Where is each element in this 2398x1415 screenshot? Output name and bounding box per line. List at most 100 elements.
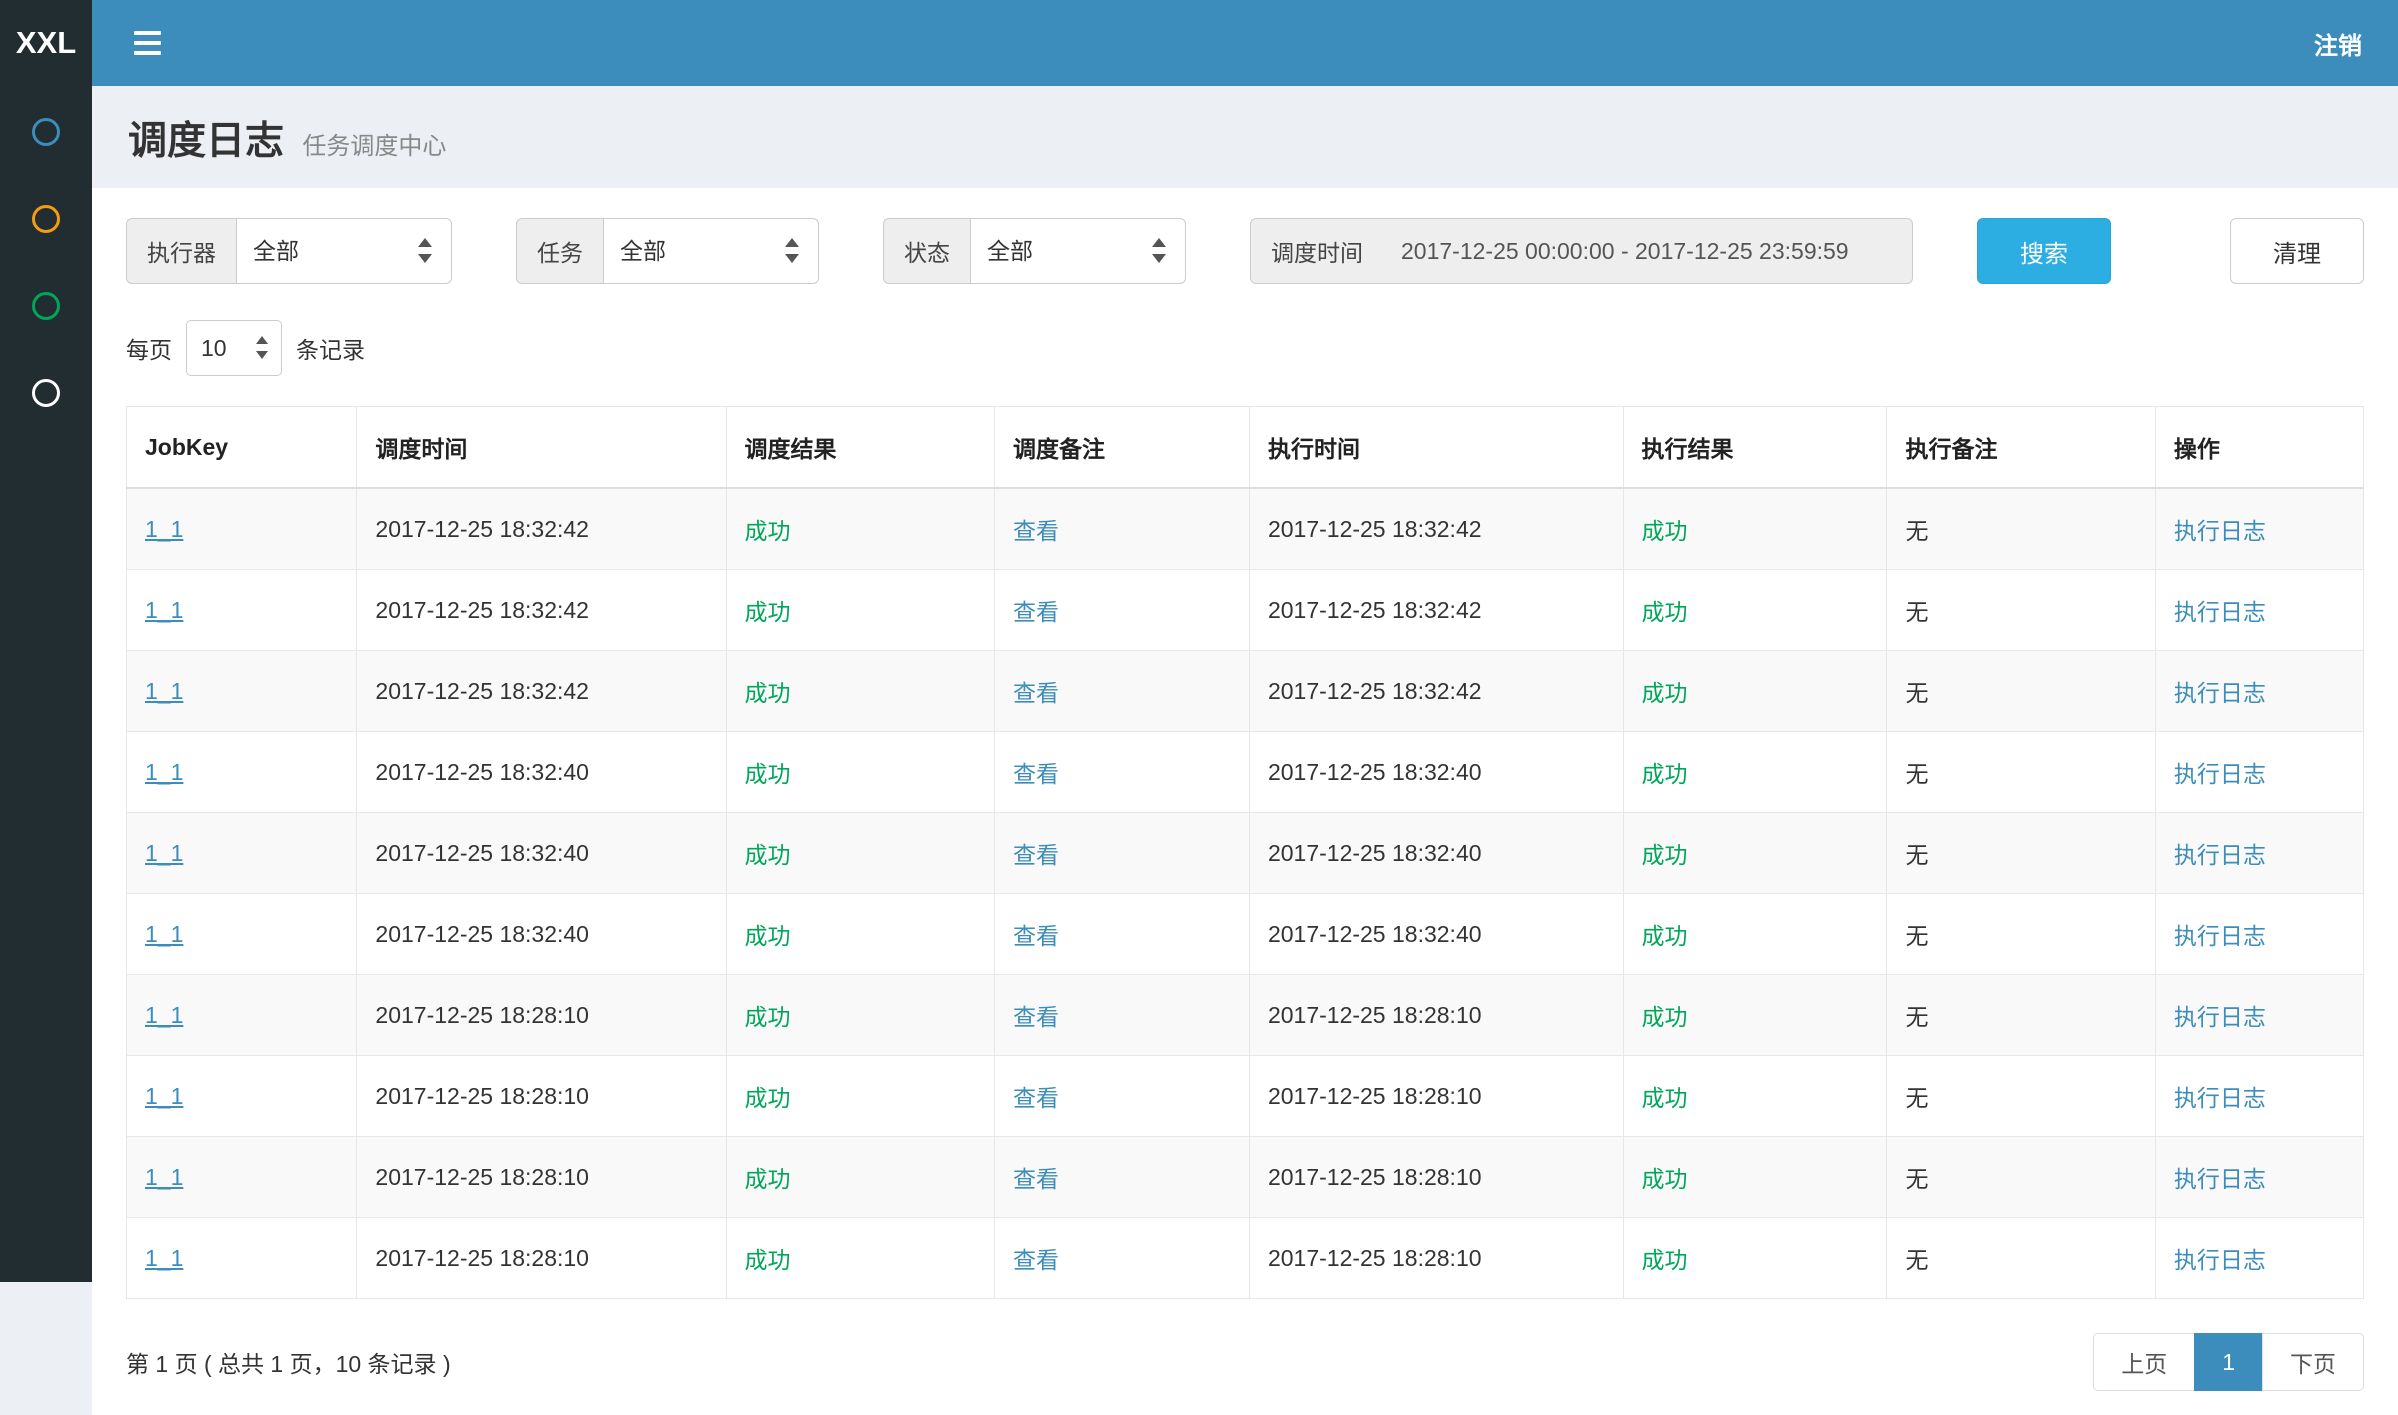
handle-msg-cell: 无: [1887, 488, 2155, 570]
handle-time: 2017-12-25 18:28:10: [1268, 1164, 1482, 1190]
sidebar-menu-item-3[interactable]: [0, 292, 92, 379]
logout-link[interactable]: 注销: [2278, 0, 2398, 86]
table-footer: 第 1 页 ( 总共 1 页，10 条记录 ) 上页 1 下页: [126, 1333, 2364, 1391]
pagination: 上页 1 下页: [2093, 1333, 2364, 1391]
exec-log-link[interactable]: 执行日志: [2174, 761, 2266, 787]
trigger-msg-link[interactable]: 查看: [1013, 1247, 1059, 1273]
exec-log-link[interactable]: 执行日志: [2174, 842, 2266, 868]
hamburger-icon: [134, 31, 161, 35]
jobkey-link[interactable]: 1_1: [145, 1245, 183, 1271]
jobkey-link[interactable]: 1_1: [145, 1002, 183, 1028]
exec-log-link[interactable]: 执行日志: [2174, 518, 2266, 544]
exec-log-link[interactable]: 执行日志: [2174, 1247, 2266, 1273]
trigger-msg-link[interactable]: 查看: [1013, 1004, 1059, 1030]
exec-log-link-cell: 执行日志: [2155, 570, 2363, 651]
handle-time-cell: 2017-12-25 18:32:40: [1249, 732, 1623, 813]
trigger-time: 2017-12-25 18:28:10: [375, 1245, 589, 1271]
jobkey-link-cell: 1_1: [127, 1218, 357, 1299]
jobkey-link[interactable]: 1_1: [145, 840, 183, 866]
exec-log-link[interactable]: 执行日志: [2174, 1166, 2266, 1192]
handle-result-cell: 成功: [1623, 1056, 1887, 1137]
search-button[interactable]: 搜索: [1977, 218, 2111, 284]
next-page-button[interactable]: 下页: [2262, 1333, 2364, 1391]
trigger-time: 2017-12-25 18:32:42: [375, 597, 589, 623]
status-select[interactable]: 全部: [970, 218, 1186, 284]
handle-msg: 无: [1905, 842, 1928, 868]
jobkey-link[interactable]: 1_1: [145, 597, 183, 623]
trigger-msg-link[interactable]: 查看: [1013, 680, 1059, 706]
content-panel: 执行器 全部 任务 全部 状态 全部: [92, 188, 2398, 1415]
handle-time: 2017-12-25 18:32:40: [1268, 759, 1482, 785]
col-header-jobkey: JobKey: [127, 407, 357, 489]
handle-result-cell: 成功: [1623, 1218, 1887, 1299]
sidebar-menu-item-4[interactable]: [0, 379, 92, 466]
handle-msg-cell: 无: [1887, 1137, 2155, 1218]
handle-result: 成功: [1642, 1247, 1688, 1273]
handle-time-cell: 2017-12-25 18:28:10: [1249, 1137, 1623, 1218]
trigger-result-cell: 成功: [726, 894, 994, 975]
table-row: 1_1 2017-12-25 18:28:10 成功 查看 2017-12-25 18:…: [127, 1218, 2364, 1299]
clear-button[interactable]: 清理: [2230, 218, 2364, 284]
jobkey-link[interactable]: 1_1: [145, 921, 183, 947]
col-header-trigger-result: 调度结果: [726, 407, 994, 489]
trigger-msg-link[interactable]: 查看: [1013, 1085, 1059, 1111]
trigger-result-cell: 成功: [726, 488, 994, 570]
trigger-msg-link-cell: 查看: [994, 1137, 1249, 1218]
job-filter-group: 任务 全部: [516, 218, 819, 284]
trigger-time: 2017-12-25 18:32:40: [375, 921, 589, 947]
trigger-msg-link[interactable]: 查看: [1013, 842, 1059, 868]
sidebar-menu-item-1[interactable]: [0, 118, 92, 205]
sidebar-toggle-button[interactable]: [126, 23, 169, 63]
sidebar-menu-item-2[interactable]: [0, 205, 92, 292]
handle-msg-cell: 无: [1887, 1056, 2155, 1137]
jobkey-link-cell: 1_1: [127, 488, 357, 570]
page-1-button[interactable]: 1: [2194, 1333, 2263, 1391]
trigger-time-cell: 2017-12-25 18:32:40: [357, 813, 726, 894]
table-row: 1_12017-12-25 18:32:42成功查看2017-12-25 18:…: [127, 488, 2364, 570]
jobkey-link[interactable]: 1_1: [145, 1164, 183, 1190]
trigger-msg-link[interactable]: 查看: [1013, 599, 1059, 625]
handle-msg: 无: [1905, 1085, 1928, 1111]
exec-log-link[interactable]: 执行日志: [2174, 1085, 2266, 1111]
prev-page-button[interactable]: 上页: [2093, 1333, 2195, 1391]
main-content: 调度日志 任务调度中心 执行器 全部 任务 全部: [92, 0, 2398, 1415]
handle-msg: 无: [1905, 680, 1928, 706]
page-size-select[interactable]: 10: [186, 320, 282, 376]
handle-time: 2017-12-25 18:28:10: [1268, 1245, 1482, 1271]
trigger-msg-link-cell: 查看: [994, 1056, 1249, 1137]
handle-time: 2017-12-25 18:32:42: [1268, 516, 1482, 542]
exec-log-link[interactable]: 执行日志: [2174, 1004, 2266, 1030]
trigger-msg-link[interactable]: 查看: [1013, 518, 1059, 544]
handle-result: 成功: [1642, 923, 1688, 949]
trigger-time-range-input[interactable]: [1383, 218, 1913, 284]
jobkey-link[interactable]: 1_1: [145, 516, 183, 542]
trigger-result: 成功: [745, 599, 791, 625]
handle-time: 2017-12-25 18:28:10: [1268, 1083, 1482, 1109]
handle-msg-cell: 无: [1887, 894, 2155, 975]
table-row: 1_1 2017-12-25 18:28:10 成功 查看 2017-12-25 18:…: [127, 1056, 2364, 1137]
exec-log-link[interactable]: 执行日志: [2174, 599, 2266, 625]
executor-filter-group: 执行器 全部: [126, 218, 452, 284]
handle-time-cell: 2017-12-25 18:28:10: [1249, 975, 1623, 1056]
circle-icon: [32, 205, 60, 233]
jobkey-link[interactable]: 1_1: [145, 759, 183, 785]
exec-log-link[interactable]: 执行日志: [2174, 923, 2266, 949]
trigger-time: 2017-12-25 18:32:40: [375, 759, 589, 785]
trigger-msg-link-cell: 查看: [994, 813, 1249, 894]
trigger-time: 2017-12-25 18:28:10: [375, 1083, 589, 1109]
handle-result-cell: 成功: [1623, 570, 1887, 651]
jobkey-link[interactable]: 1_1: [145, 1083, 183, 1109]
exec-log-link-cell: 执行日志: [2155, 975, 2363, 1056]
trigger-msg-link[interactable]: 查看: [1013, 1166, 1059, 1192]
jobkey-link[interactable]: 1_1: [145, 678, 183, 704]
sidebar: [0, 86, 92, 1282]
handle-msg-cell: 无: [1887, 975, 2155, 1056]
executor-select[interactable]: 全部: [236, 218, 452, 284]
top-navbar: XXL 注销: [0, 0, 2398, 86]
handle-msg: 无: [1905, 1247, 1928, 1273]
job-select[interactable]: 全部: [603, 218, 819, 284]
handle-msg: 无: [1905, 923, 1928, 949]
trigger-msg-link[interactable]: 查看: [1013, 923, 1059, 949]
exec-log-link[interactable]: 执行日志: [2174, 680, 2266, 706]
trigger-msg-link[interactable]: 查看: [1013, 761, 1059, 787]
